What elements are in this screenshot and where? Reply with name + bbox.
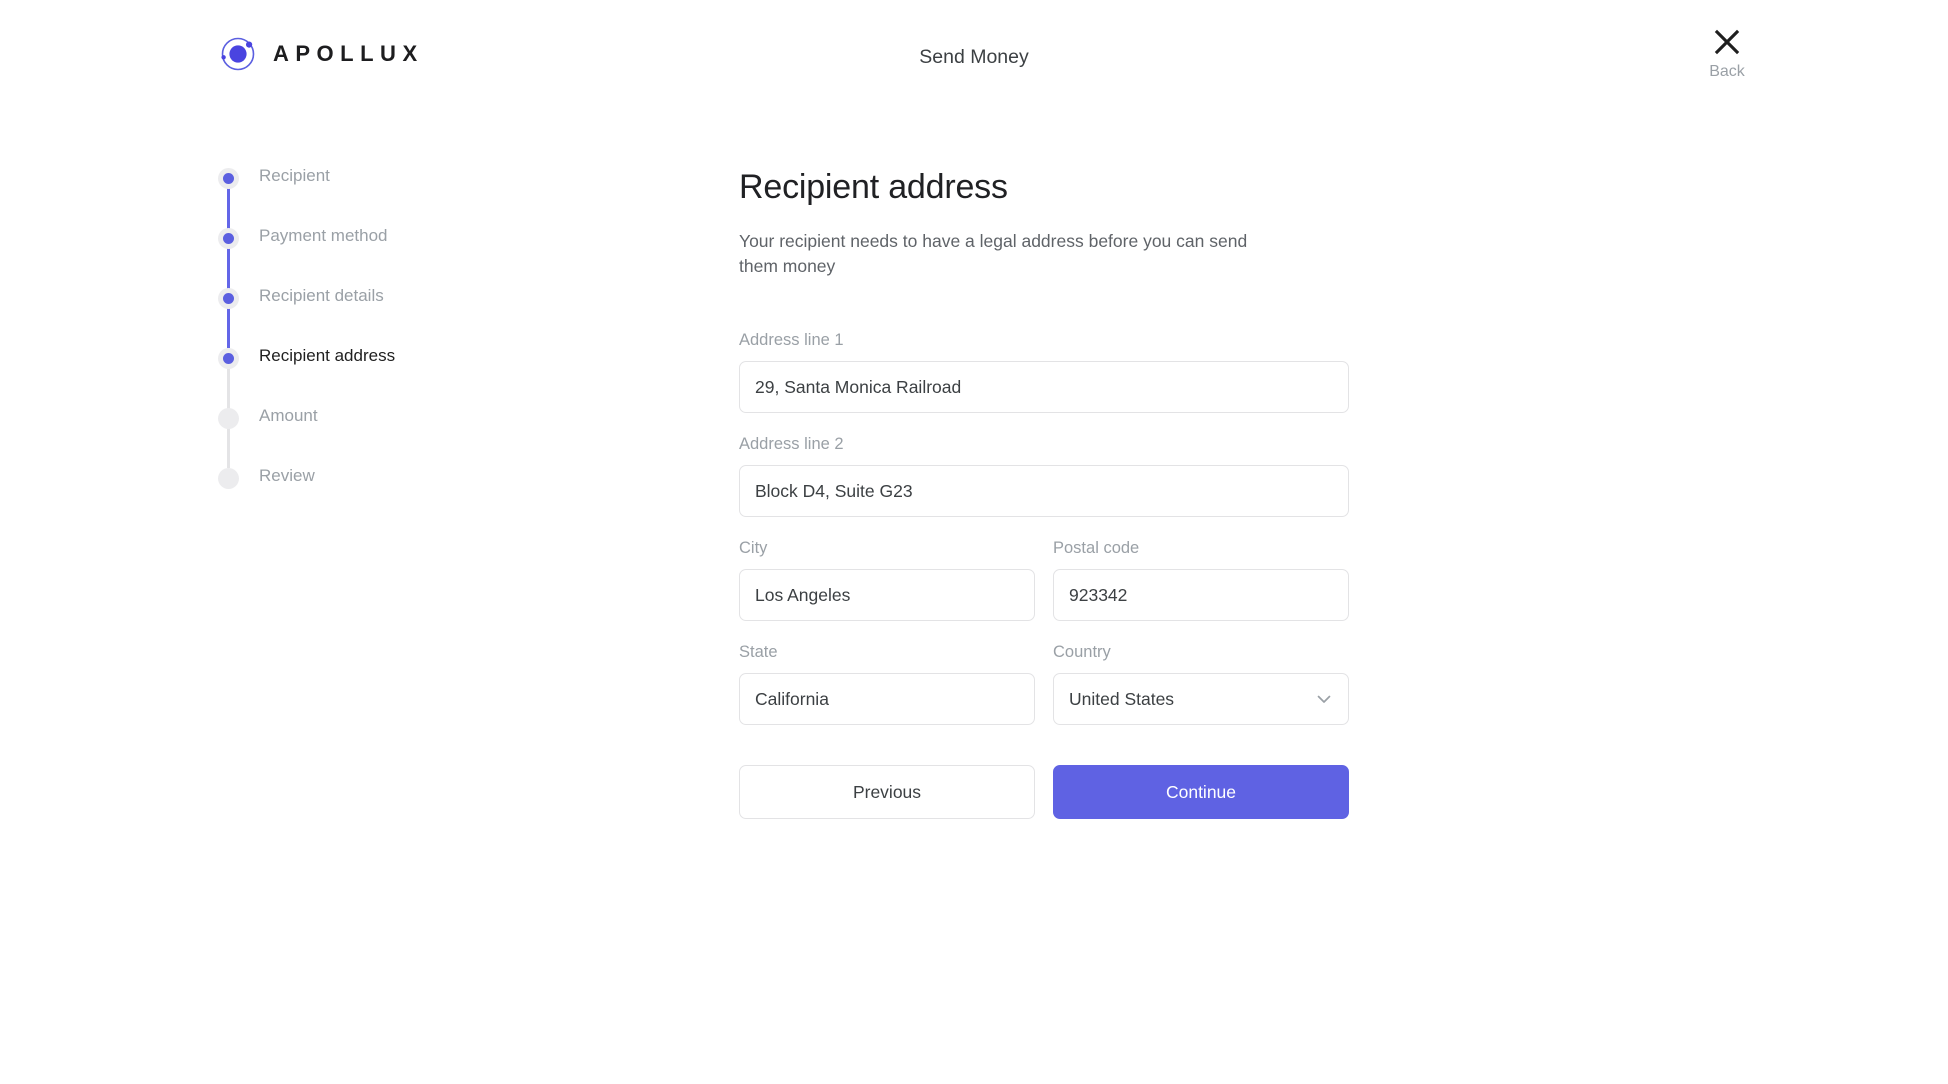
state-input[interactable] <box>739 673 1035 726</box>
form-heading: Recipient address <box>739 168 1008 206</box>
postal-code-field: Postal code <box>1053 539 1349 622</box>
step-review[interactable]: Review <box>218 466 548 528</box>
step-label: Recipient details <box>259 286 384 305</box>
step-indicator-dot <box>218 288 239 309</box>
app-header: APOLLUX Send Money Back <box>0 0 1948 110</box>
step-label: Amount <box>259 406 318 425</box>
country-select[interactable] <box>1053 673 1349 726</box>
step-payment-method[interactable]: Payment method <box>218 226 548 288</box>
step-indicator-dot <box>218 228 239 249</box>
form-actions: Previous Continue <box>739 765 1349 820</box>
step-recipient-details[interactable]: Recipient details <box>218 286 548 348</box>
back-button[interactable]: Back <box>1690 28 1764 81</box>
back-label: Back <box>1709 63 1745 80</box>
country-label: Country <box>1053 643 1111 662</box>
postal-code-input[interactable] <box>1053 569 1349 622</box>
state-label: State <box>739 643 778 662</box>
continue-button[interactable]: Continue <box>1053 765 1349 820</box>
city-label: City <box>739 539 768 558</box>
step-recipient[interactable]: Recipient <box>218 166 548 228</box>
state-country-row: State Country <box>739 643 1349 747</box>
step-label: Recipient address <box>259 346 396 365</box>
postal-code-label: Postal code <box>1053 539 1140 558</box>
form-subtitle: Your recipient needs to have a legal add… <box>739 231 1248 277</box>
step-recipient-address[interactable]: Recipient address <box>218 346 548 408</box>
address-line-1-label: Address line 1 <box>739 331 844 350</box>
city-postal-row: City Postal code <box>739 539 1349 643</box>
page-title: Send Money <box>919 46 1029 68</box>
step-amount[interactable]: Amount <box>218 406 548 468</box>
step-indicator-dot <box>218 468 239 489</box>
city-input[interactable] <box>739 569 1035 622</box>
address-line-1-field: Address line 1 <box>739 331 1349 414</box>
address-line-2-label: Address line 2 <box>739 435 844 454</box>
step-label: Review <box>259 466 315 485</box>
city-field: City <box>739 539 1035 622</box>
step-label: Payment method <box>259 226 388 245</box>
close-x-icon <box>1713 28 1741 56</box>
step-indicator-dot <box>218 408 239 429</box>
address-line-2-input[interactable] <box>739 465 1349 518</box>
step-indicator-dot <box>218 168 239 189</box>
progress-stepper: Recipient Payment method Recipient detai… <box>218 166 548 528</box>
address-line-1-input[interactable] <box>739 361 1349 414</box>
address-line-2-field: Address line 2 <box>739 435 1349 518</box>
country-field: Country <box>1053 643 1349 726</box>
state-field: State <box>739 643 1035 726</box>
step-indicator-dot <box>218 348 239 369</box>
previous-button[interactable]: Previous <box>739 765 1035 820</box>
send-money-page: APOLLUX Send Money Back Recipient Paymen… <box>0 0 1948 1084</box>
recipient-address-form: Recipient address Your recipient needs t… <box>739 168 1349 820</box>
step-label: Recipient <box>259 166 330 185</box>
